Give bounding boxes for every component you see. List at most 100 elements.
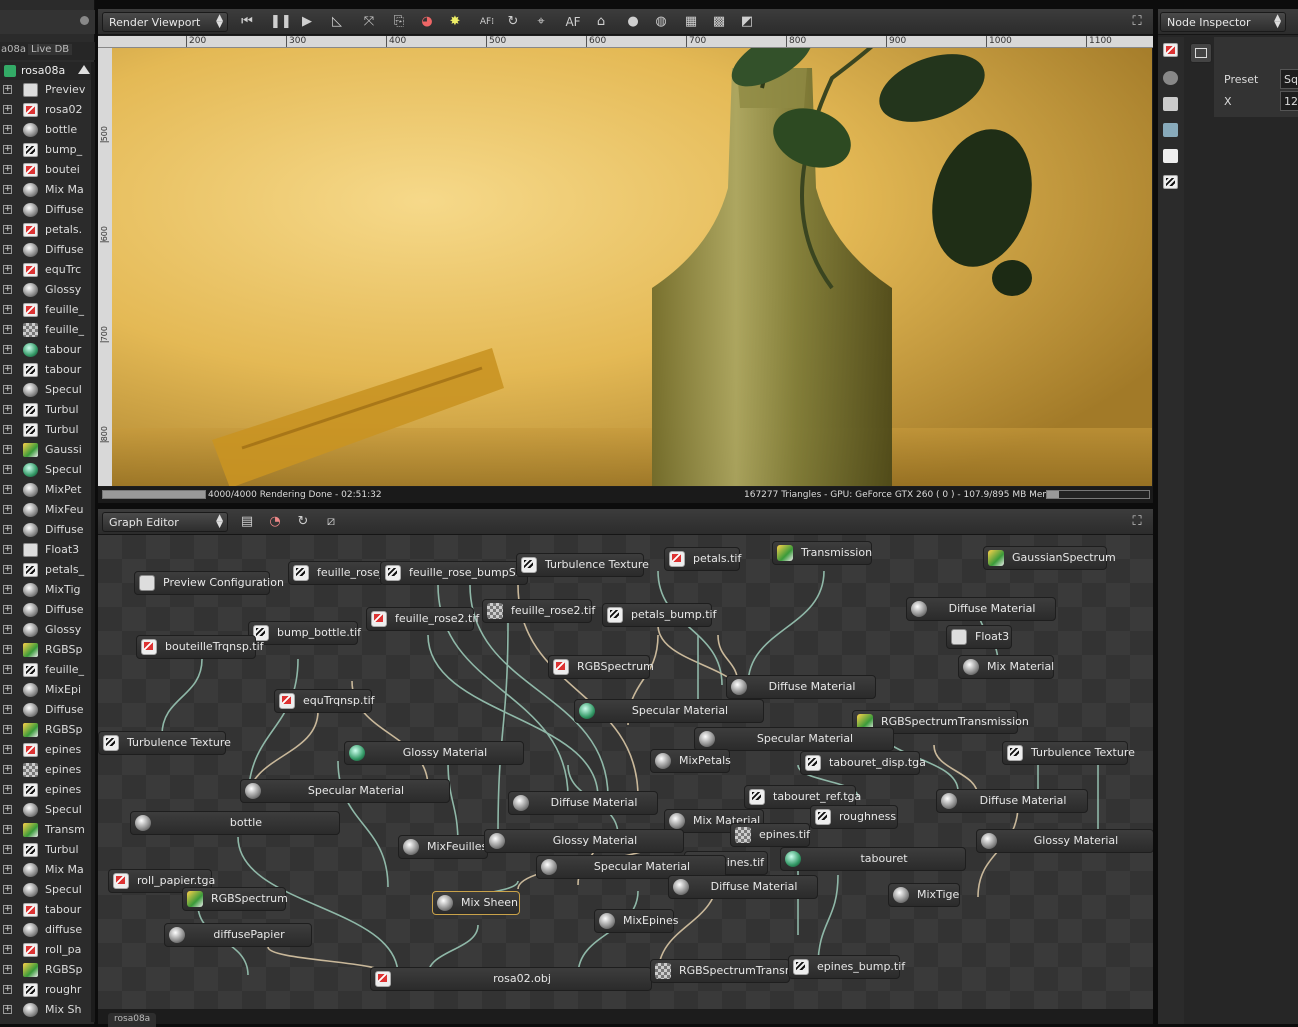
expand-icon[interactable]: + (3, 625, 12, 634)
tree-item[interactable]: + MixTig (0, 580, 90, 600)
viewport-panel-select[interactable]: Render Viewport ▲ ▼ (102, 12, 228, 32)
graph-node[interactable]: Diffuse Material (906, 597, 1056, 621)
expand-icon[interactable]: + (3, 465, 12, 474)
graph-node[interactable]: diffusePapier (164, 923, 312, 947)
expand-icon[interactable]: + (3, 245, 12, 254)
expand-icon[interactable]: + (3, 965, 12, 974)
expand-icon[interactable]: + (3, 205, 12, 214)
film-icon[interactable] (1163, 97, 1178, 111)
tree-item[interactable]: + Diffuse (0, 240, 90, 260)
graph-node[interactable]: Diffuse Material (726, 675, 876, 699)
expand-icon[interactable]: + (3, 125, 12, 134)
preset-select[interactable]: Sq (1280, 69, 1298, 89)
graph-node[interactable]: Diffuse Material (936, 789, 1088, 813)
expand-icon[interactable]: + (3, 945, 12, 954)
expand-icon[interactable]: + (3, 505, 12, 514)
node-graph-canvas[interactable]: Preview Configuration feuille_rose_l feuil… (98, 535, 1153, 1009)
expand-icon[interactable]: + (3, 485, 12, 494)
expand-icon[interactable]: + (3, 725, 12, 734)
region-select-icon[interactable]: ◺ (328, 13, 346, 31)
expand-icon[interactable]: + (3, 145, 12, 154)
tree-item[interactable]: + Previev (0, 80, 90, 100)
graph-node[interactable]: MixFeuilles (398, 835, 488, 859)
tab-scene[interactable]: a08a (1, 44, 26, 55)
graph-node[interactable]: feuille_rose_l (288, 561, 388, 585)
graph-node[interactable]: Specular Material (240, 779, 450, 803)
graph-node[interactable]: Turbulence Texture (1002, 741, 1135, 765)
tree-item[interactable]: + tabour (0, 900, 90, 920)
graph-node[interactable]: rosa02.obj (370, 967, 652, 991)
autofocus-ruler-icon[interactable]: AF⁞ (478, 13, 496, 31)
tree-item[interactable]: + petals_ (0, 560, 90, 580)
expand-icon[interactable]: + (3, 585, 12, 594)
expand-icon[interactable]: + (3, 885, 12, 894)
expand-icon[interactable]: + (3, 825, 12, 834)
tree-item[interactable]: + MixPet (0, 480, 90, 500)
expand-icon[interactable]: + (3, 905, 12, 914)
checker-view-icon[interactable]: ▩ (710, 13, 728, 31)
render-settings-icon[interactable] (1163, 71, 1178, 85)
tree-item[interactable]: + feuille_ (0, 660, 90, 680)
graph-node[interactable]: Specular Material (574, 699, 764, 723)
new-node-icon[interactable]: ▤ (238, 513, 256, 531)
graph-node[interactable]: Glossy Material (976, 829, 1153, 853)
frame-icon[interactable]: ▦ (682, 13, 700, 31)
maximize-icon[interactable]: ⛶ (1128, 513, 1146, 531)
tree-item[interactable]: + Turbul (0, 840, 90, 860)
pause-icon[interactable]: ❚❚ (270, 13, 292, 31)
expand-icon[interactable]: + (3, 545, 12, 554)
graph-node[interactable]: Mix Material (958, 655, 1054, 679)
collapse-up-icon[interactable] (78, 65, 90, 74)
tree-item[interactable]: + Mix Ma (0, 180, 90, 200)
x-field[interactable]: 12( (1280, 91, 1298, 111)
tree-item[interactable]: + Gaussi (0, 440, 90, 460)
tree-item[interactable]: + bottle (0, 120, 90, 140)
expand-icon[interactable]: + (3, 405, 12, 414)
tree-item[interactable]: + rosa02 (0, 100, 90, 120)
tree-item[interactable]: + Turbul (0, 400, 90, 420)
expand-icon[interactable]: + (3, 305, 12, 314)
graph-node[interactable]: equTrqnsp.tif (274, 689, 375, 713)
expand-icon[interactable]: + (3, 365, 12, 374)
graph-node[interactable]: roughness (810, 805, 898, 829)
graph-node[interactable]: petals.tif (664, 547, 741, 571)
tree-item[interactable]: + Diffuse (0, 520, 90, 540)
expand-icon[interactable]: + (3, 1005, 12, 1014)
pick-icon[interactable]: ⌖ (532, 13, 550, 31)
expand-icon[interactable]: + (3, 925, 12, 934)
tree-item[interactable]: + RGBSp (0, 640, 90, 660)
graph-node[interactable]: MixTige (888, 883, 960, 907)
expand-icon[interactable]: + (3, 645, 12, 654)
tree-item[interactable]: + tabour (0, 360, 90, 380)
tree-item[interactable]: + Float3 (0, 540, 90, 560)
layout-icon[interactable]: ⧄ (322, 513, 340, 531)
inspector-panel-select[interactable]: Node Inspector ▲ ▼ (1160, 12, 1286, 32)
expand-icon[interactable]: + (3, 225, 12, 234)
tab-rosa08a[interactable]: rosa08a (108, 1013, 157, 1027)
refresh-icon[interactable]: ↻ (504, 13, 522, 31)
graph-node[interactable]: Glossy Material (344, 741, 524, 765)
graph-node[interactable]: bottle (130, 811, 340, 835)
expand-icon[interactable]: + (3, 785, 12, 794)
image-icon[interactable] (1163, 43, 1178, 57)
autofocus-button[interactable]: AF (564, 13, 582, 31)
light-icon[interactable]: ✸ (446, 13, 464, 31)
tree-item[interactable]: + epines (0, 780, 90, 800)
graph-node[interactable]: Glossy Material (484, 829, 684, 853)
tree-item[interactable]: + Turbul (0, 420, 90, 440)
alpha-view-icon[interactable]: ◩ (738, 13, 756, 31)
expand-icon[interactable]: + (3, 385, 12, 394)
sphere-alt-icon[interactable]: ◍ (652, 13, 670, 31)
database-icon[interactable] (1163, 123, 1178, 137)
tree-item[interactable]: + RGBSp (0, 960, 90, 980)
color-picker-icon[interactable]: ◕ (418, 13, 436, 31)
tree-item[interactable]: + bump_ (0, 140, 90, 160)
graph-node[interactable]: MixPetals (650, 749, 731, 773)
graph-node[interactable]: Float3 (946, 625, 1012, 649)
tree-item[interactable]: + feuille_ (0, 320, 90, 340)
graph-node[interactable]: RGBSpectrum (182, 887, 288, 911)
tree-item[interactable]: + epines (0, 740, 90, 760)
tree-item[interactable]: + diffuse (0, 920, 90, 940)
expand-icon[interactable]: + (3, 105, 12, 114)
graph-node[interactable]: feuille_rose2.tif (482, 599, 595, 623)
